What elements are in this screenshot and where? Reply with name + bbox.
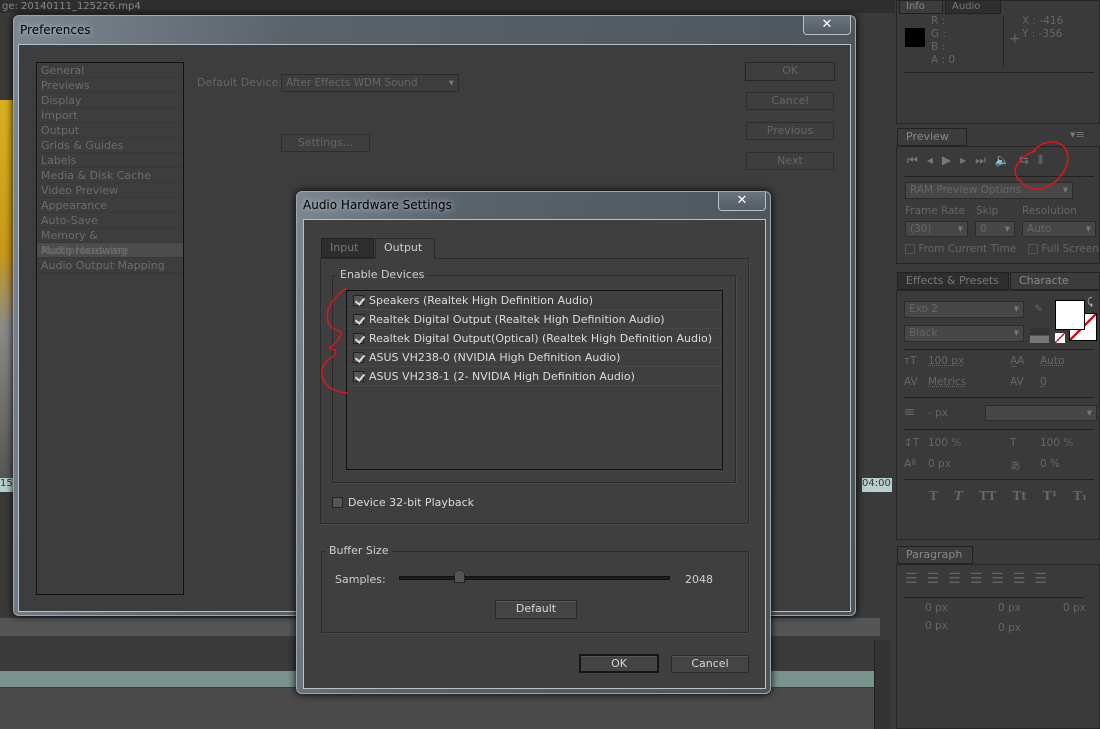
comp-tab-partial[interactable]: ge: 20140111_125226.mp4 (2, 0, 141, 13)
red-bracket-annotation (321, 287, 349, 394)
red-annotation-overlay (321, 141, 1069, 394)
tab-output[interactable]: Output (375, 238, 435, 259)
red-circle-annotation (1014, 141, 1069, 190)
fill-swatch[interactable] (1055, 300, 1085, 330)
